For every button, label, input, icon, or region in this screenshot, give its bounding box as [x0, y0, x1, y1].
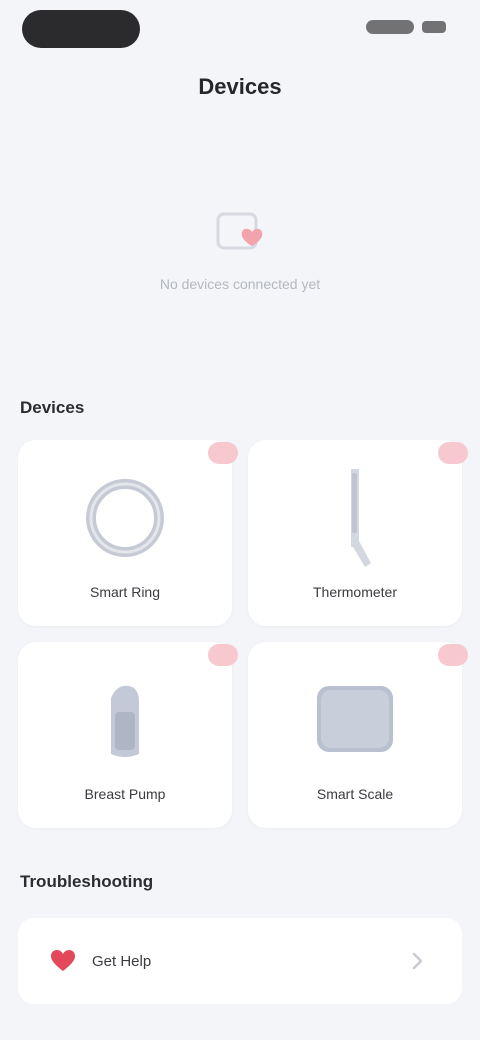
signal-icon [366, 20, 414, 34]
heart-icon [48, 946, 78, 976]
empty-state-message: No devices connected yet [159, 276, 321, 292]
new-badge [438, 442, 468, 464]
dynamic-island [22, 10, 140, 48]
new-badge [208, 442, 238, 464]
thermometer-icon [248, 468, 462, 568]
section-title-devices: Devices [20, 398, 85, 417]
battery-icon [422, 21, 446, 33]
scale-icon [248, 670, 462, 770]
device-card-pump[interactable]: Breast Pump [18, 642, 238, 828]
status-indicators [366, 20, 446, 34]
device-label: Smart Scale [316, 786, 394, 802]
pump-icon [18, 670, 232, 770]
device-card-scale[interactable]: Smart Scale [248, 642, 468, 828]
chevron-right-icon [402, 946, 432, 976]
devices-heart-icon [208, 204, 272, 264]
section-title-troubleshooting: Troubleshooting [20, 872, 154, 891]
device-label: Breast Pump [84, 786, 166, 802]
device-label: Thermometer [312, 584, 398, 600]
ring-icon [18, 468, 232, 568]
new-badge [208, 644, 238, 666]
device-card-ring[interactable]: Smart Ring [18, 440, 238, 626]
page-title: Devices [198, 74, 282, 99]
new-badge [438, 644, 468, 666]
troubleshooting-item[interactable]: Get Help [18, 918, 462, 1004]
troubleshooting-label: Get Help [92, 952, 152, 970]
device-label: Smart Ring [89, 584, 161, 600]
device-grid: Smart Ring Thermometer Breast Pump Smart… [18, 440, 468, 828]
status-bar [0, 0, 480, 62]
device-card-thermometer[interactable]: Thermometer [248, 440, 468, 626]
